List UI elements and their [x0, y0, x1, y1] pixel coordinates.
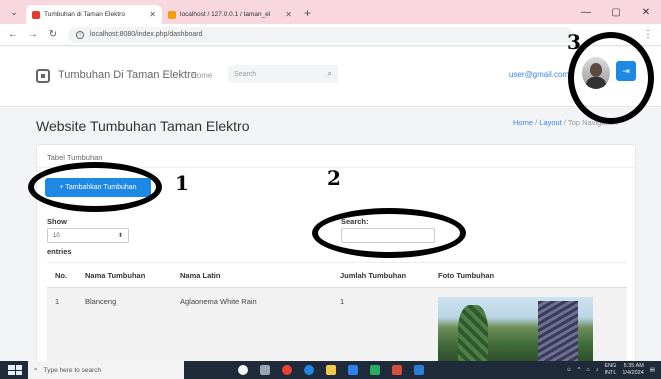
card-title: Tabel Tumbuhan [47, 153, 103, 162]
taskbar-apps [238, 365, 424, 375]
back-icon[interactable]: ← [8, 29, 18, 40]
region-label: INTL [604, 370, 617, 376]
tab-title: Tumbuhan di Taman Elektro [44, 11, 125, 18]
taskbar-search-placeholder: Type here to search [43, 366, 102, 374]
plant-photo [438, 297, 593, 363]
column-header-jumlah[interactable]: Jumlah Tumbuhan [332, 262, 430, 288]
cell-nama: Blanceng [77, 287, 172, 363]
cell-no: 1 [47, 287, 77, 363]
chevron-down-icon: ⬍ [117, 233, 123, 239]
taskbar-search-input[interactable]: ⌕ Type here to search [28, 361, 184, 379]
column-header-foto[interactable]: Foto Tumbuhan [430, 262, 627, 288]
nav-home-link[interactable]: Home [191, 71, 212, 80]
tab-search-icon[interactable]: ⌄ [6, 4, 22, 20]
window-controls: — ▢ ✕ [571, 0, 661, 24]
table-row: 1 Blanceng Aglaonema White Rain 1 [47, 287, 627, 363]
cell-foto [430, 287, 627, 363]
clock[interactable]: 5:35 AM 1/4/2024 [622, 363, 643, 376]
cortana-icon[interactable] [238, 365, 248, 375]
entries-label: entries [47, 247, 72, 256]
column-header-no[interactable]: No. [47, 262, 77, 288]
clock-time: 5:35 AM [623, 363, 644, 370]
browser-tab-bar: ⌄ Tumbuhan di Taman Elektro ✕ localhost … [0, 0, 661, 24]
brand-title[interactable]: Tumbuhan Di Taman Elektro [58, 69, 197, 81]
page-title: Website Tumbuhan Taman Elektro [36, 118, 250, 134]
language-indicator[interactable]: ENG INTL [604, 363, 616, 376]
navbar-search-input[interactable]: Search ⌕ [228, 65, 338, 83]
tab-favicon-icon [32, 10, 40, 19]
annotation-number-2: 2 [327, 166, 341, 190]
plants-table: No. Nama Tumbuhan Nama Latin Jumlah Tumb… [47, 262, 627, 363]
annotation-number-1: 1 [175, 171, 189, 195]
user-email-link[interactable]: user@gmail.com [509, 70, 569, 79]
network-icon[interactable]: ⌂ [586, 367, 589, 373]
forward-icon[interactable]: → [28, 29, 38, 40]
office-icon[interactable] [392, 365, 402, 375]
edge-icon[interactable] [304, 365, 314, 375]
close-tab-icon[interactable]: ✕ [285, 10, 292, 19]
browser-menu-icon[interactable]: ⋮ [643, 29, 653, 40]
annotation-circle-2 [312, 208, 466, 258]
site-info-icon[interactable]: i [76, 30, 84, 39]
new-tab-icon[interactable]: + [304, 6, 311, 20]
chrome-icon[interactable] [282, 365, 292, 375]
browser-tab-active[interactable]: Tumbuhan di Taman Elektro ✕ [26, 5, 162, 24]
browser-tab[interactable]: localhost / 127.0.0.1 / taman_el ✕ [162, 5, 298, 24]
entries-select[interactable]: 10 ⬍ [47, 228, 129, 243]
search-icon[interactable]: ⌕ [328, 69, 332, 79]
column-header-nama[interactable]: Nama Tumbuhan [77, 262, 172, 288]
app-navbar: Tumbuhan Di Taman Elektro Home Search ⌕ … [0, 47, 661, 107]
navbar-search-placeholder: Search [234, 70, 257, 78]
os-taskbar: ⌕ Type here to search ☺ ^ ⌂ ♪ ENG INTL 5… [0, 361, 661, 379]
reload-icon[interactable]: ↻ [48, 29, 58, 40]
breadcrumb-home[interactable]: Home [513, 118, 533, 127]
task-view-icon[interactable] [260, 365, 270, 375]
system-tray: ☺ ^ ⌂ ♪ ENG INTL 5:35 AM 1/4/2024 ▤ [566, 363, 661, 376]
clock-date: 1/4/2024 [622, 370, 644, 376]
volume-icon[interactable]: ♪ [596, 367, 599, 373]
entries-select-value: 10 [53, 232, 60, 239]
people-icon[interactable]: ☺ [566, 367, 572, 373]
address-bar: ← → ↻ i localhost:8080/index.php/dashboa… [0, 24, 661, 46]
lang-label: ENG [604, 363, 617, 370]
close-window-icon[interactable]: ✕ [631, 0, 661, 24]
search-icon: ⌕ [34, 366, 38, 373]
maximize-icon[interactable]: ▢ [601, 0, 631, 24]
tray-arrow-icon[interactable]: ^ [578, 367, 581, 373]
minimize-icon[interactable]: — [571, 0, 601, 24]
show-label: Show [47, 217, 67, 226]
cell-jumlah: 1 [332, 287, 430, 363]
breadcrumb-layout[interactable]: Layout [539, 118, 562, 127]
brand-logo-icon [36, 69, 50, 83]
close-tab-icon[interactable]: ✕ [149, 10, 156, 19]
windows-start-icon[interactable] [8, 365, 22, 375]
file-explorer-icon[interactable] [326, 365, 336, 375]
url-text: localhost:8080/index.php/dashboard [90, 31, 203, 38]
column-header-latin[interactable]: Nama Latin [172, 262, 332, 288]
table-header-row: No. Nama Tumbuhan Nama Latin Jumlah Tumb… [47, 262, 627, 288]
store-icon[interactable] [348, 365, 358, 375]
cell-latin: Aglaonema White Rain [172, 287, 332, 363]
tab-favicon-icon [168, 10, 176, 19]
vscode-icon[interactable] [414, 365, 424, 375]
annotation-number-3: 3 [567, 30, 581, 54]
tab-title: localhost / 127.0.0.1 / taman_el [180, 11, 271, 18]
annotation-circle-1 [28, 162, 162, 212]
url-field[interactable]: i localhost:8080/index.php/dashboard [68, 26, 573, 43]
notifications-icon[interactable]: ▤ [650, 367, 655, 373]
app-icon[interactable] [370, 365, 380, 375]
